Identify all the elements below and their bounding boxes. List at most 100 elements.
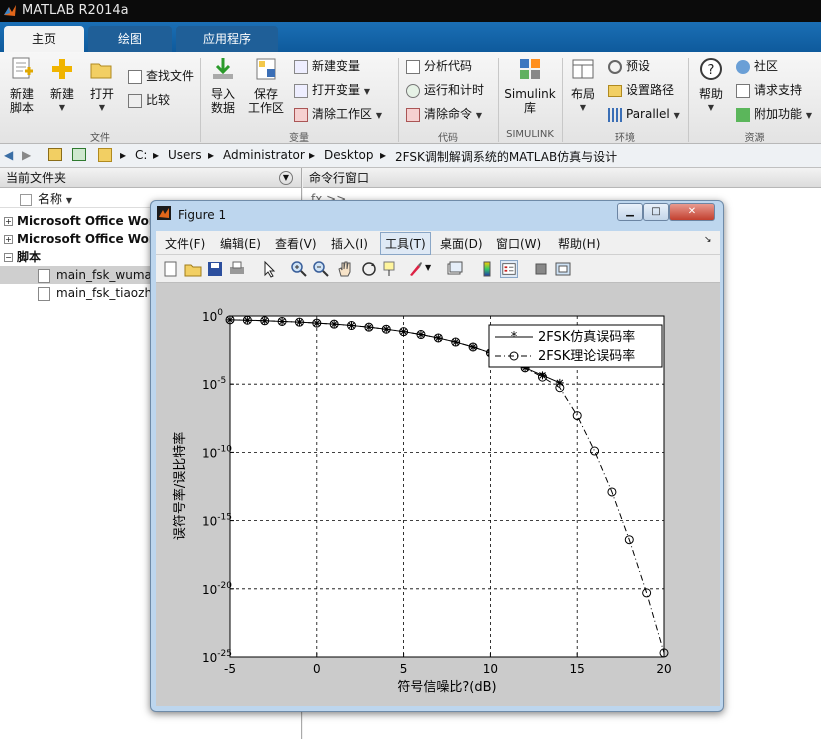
add-ons-button[interactable]: 附加功能 ▼ — [736, 104, 812, 124]
figure-canvas: -5 0 5 10 15 20 100 10-5 10-10 10-15 10-20 10-25 符号… — [156, 283, 720, 706]
community-label: 社区 — [754, 59, 779, 73]
breadcrumb-item[interactable]: C: — [135, 148, 147, 162]
back-arrow-icon[interactable]: ◀ — [4, 148, 13, 162]
zoom-out-icon[interactable] — [312, 260, 330, 278]
analyze-code-button[interactable]: 分析代码 — [406, 56, 472, 76]
expand-icon[interactable]: + — [4, 217, 13, 226]
y-tick-label: 100 — [202, 308, 223, 324]
clear-commands-button[interactable]: 清除命令 ▼ — [406, 104, 482, 124]
figure-toolbar: ▼ — [156, 255, 720, 283]
brush-icon[interactable] — [406, 260, 424, 278]
menu-help[interactable]: 帮助(H) — [558, 235, 600, 252]
group-code-label: 代码 — [438, 133, 458, 144]
group-resources-label: 资源 — [744, 133, 765, 144]
expand-icon[interactable]: + — [4, 235, 13, 244]
import-data-button[interactable]: 导入 数据 — [206, 56, 240, 115]
breadcrumb-separator: ▸ — [208, 148, 215, 162]
new-variable-button[interactable]: 新建变量 — [294, 56, 360, 76]
chevron-down-icon: ▼ — [707, 103, 715, 112]
new-script-button[interactable]: 新建 脚本 — [6, 56, 38, 115]
menu-edit[interactable]: 编辑(E) — [220, 235, 261, 252]
tab-home[interactable]: 主页 — [4, 26, 84, 52]
simulink-icon — [520, 59, 540, 79]
show-plot-tools-icon[interactable] — [554, 260, 572, 278]
tab-apps[interactable]: 应用程序 — [176, 26, 278, 52]
group-simulink-label: SIMULINK — [506, 129, 554, 140]
forward-arrow-icon[interactable]: ▶ — [22, 148, 31, 162]
minimize-button[interactable]: ▁ — [617, 203, 643, 221]
zoom-in-icon[interactable] — [290, 260, 308, 278]
menu-tools[interactable]: 工具(T) — [380, 232, 431, 255]
clear-workspace-button[interactable]: 清除工作区 ▼ — [294, 104, 382, 124]
add-ons-icon — [736, 107, 750, 122]
run-and-time-button[interactable]: 运行和计时 — [406, 80, 484, 100]
find-files-button[interactable]: 查找文件 — [128, 66, 194, 86]
figure-window[interactable]: Figure 1 ▁ □ ✕ 文件(F) 编辑(E) 查看(V) 插入(I) 工… — [150, 200, 724, 712]
set-path-button[interactable]: 设置路径 — [608, 80, 674, 100]
new-figure-icon[interactable] — [162, 260, 180, 278]
app-title: MATLAB R2014a — [22, 3, 129, 18]
menu-file[interactable]: 文件(F) — [165, 235, 205, 252]
tab-plots[interactable]: 绘图 — [88, 26, 172, 52]
menu-view[interactable]: 查看(V) — [275, 235, 317, 252]
command-window-title: 命令行窗口 — [309, 171, 370, 185]
colorbar-icon[interactable] — [478, 260, 496, 278]
y-tick-label: 10-20 — [202, 581, 232, 597]
breadcrumb-item[interactable]: Users — [168, 148, 202, 162]
add-ons-label: 附加功能 — [754, 107, 803, 121]
menu-desktop[interactable]: 桌面(D) — [440, 235, 483, 252]
open-variable-button[interactable]: 打开变量 ▼ — [294, 80, 370, 100]
script-file-icon — [38, 268, 50, 283]
panel-menu-icon[interactable]: ▼ — [279, 171, 293, 185]
up-folder-icon[interactable] — [48, 148, 62, 161]
community-button[interactable]: 社区 — [736, 56, 778, 76]
layout-icon — [572, 59, 594, 79]
breadcrumb-separator: ▸ — [309, 148, 316, 162]
open-button[interactable]: 打开 ▼ — [86, 56, 118, 115]
save-workspace-button[interactable]: 保存 工作区 — [246, 56, 286, 115]
maximize-button[interactable]: □ — [643, 203, 669, 221]
dock-arrow-icon[interactable]: ↘ — [704, 235, 712, 245]
breadcrumb-item[interactable]: 2FSK调制解调系统的MATLAB仿真与设计 — [395, 148, 617, 165]
compare-button[interactable]: 比较 — [128, 90, 170, 110]
compare-icon — [128, 93, 142, 108]
svg-text:?: ? — [708, 63, 715, 78]
x-tick-label: -5 — [224, 662, 236, 676]
menu-window[interactable]: 窗口(W) — [496, 235, 541, 252]
open-file-icon[interactable] — [184, 260, 202, 278]
set-path-label: 设置路径 — [626, 83, 675, 97]
brush-dropdown-icon[interactable]: ▼ — [425, 263, 443, 281]
folder-icon — [98, 148, 112, 162]
preferences-button[interactable]: 预设 — [608, 56, 650, 76]
chevron-down-icon: ▼ — [363, 87, 370, 96]
folder-item-label: Microsoft Office Wor — [17, 232, 155, 246]
request-support-button[interactable]: 请求支持 — [736, 80, 802, 100]
menu-insert[interactable]: 插入(I) — [331, 235, 368, 252]
layout-button[interactable]: 布局 ▼ — [566, 56, 600, 115]
save-icon[interactable] — [206, 260, 224, 278]
import-icon — [213, 58, 233, 79]
legend-label-sim: 2FSK仿真误码率 — [538, 329, 635, 345]
legend-icon[interactable] — [500, 260, 518, 278]
x-tick-label: 10 — [483, 662, 498, 676]
link-plot-icon[interactable] — [446, 260, 464, 278]
pan-hand-icon[interactable] — [336, 260, 354, 278]
parallel-button[interactable]: Parallel ▼ — [608, 104, 680, 124]
hide-plot-tools-icon[interactable] — [532, 260, 550, 278]
new-button[interactable]: 新建 ▼ — [46, 56, 78, 115]
print-icon[interactable] — [228, 260, 246, 278]
save-workspace-label: 保存 工作区 — [247, 87, 284, 115]
new-script-icon — [12, 57, 33, 79]
simulink-library-button[interactable]: Simulink 库 — [503, 56, 557, 115]
breadcrumb-separator: ▸ — [120, 148, 127, 162]
data-cursor-icon[interactable] — [382, 260, 400, 278]
help-button[interactable]: ? 帮助 ▼ — [694, 56, 728, 115]
breadcrumb-item[interactable]: Administrator — [223, 148, 305, 162]
breadcrumb-item[interactable]: Desktop — [324, 148, 374, 162]
rotate-3d-icon[interactable] — [360, 260, 378, 278]
chevron-down-icon: ▼ — [58, 103, 66, 112]
browse-icon[interactable] — [72, 148, 86, 161]
close-button[interactable]: ✕ — [669, 203, 715, 221]
pointer-icon[interactable] — [260, 260, 278, 278]
collapse-icon[interactable]: − — [4, 253, 13, 262]
